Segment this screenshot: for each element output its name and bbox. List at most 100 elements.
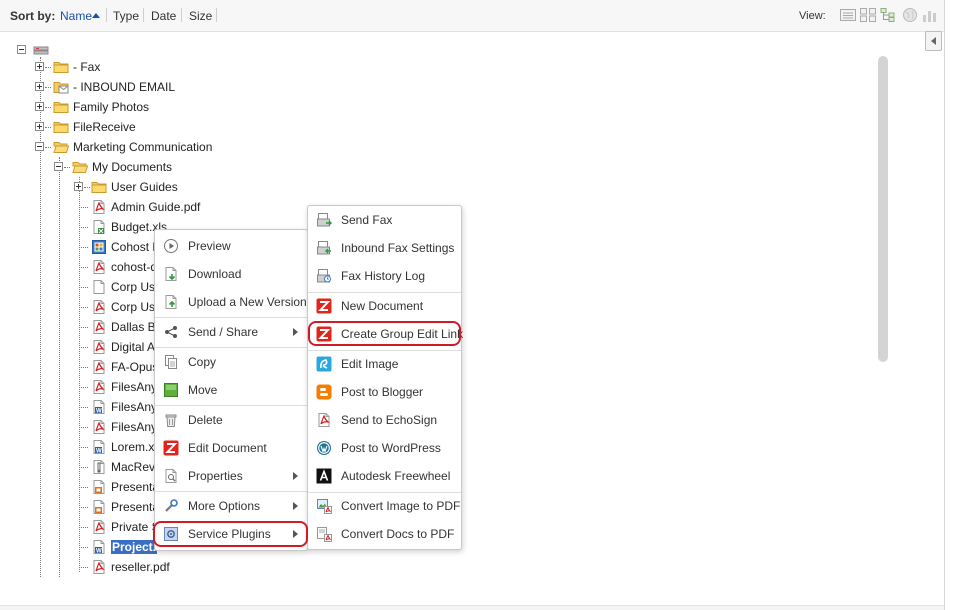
collapse-panel-button[interactable] [925, 31, 942, 51]
pdf-icon [91, 519, 107, 535]
menu-item-send-to-echosign[interactable]: Send to EchoSign [308, 406, 461, 434]
menu-item-label: Convert Docs to PDF [341, 527, 455, 541]
folder-row[interactable]: User Guides [91, 177, 178, 197]
item-label: - INBOUND EMAIL [73, 80, 176, 94]
expand-toggle[interactable] [74, 182, 83, 191]
file-row[interactable]: Private S [91, 517, 160, 537]
folder-row[interactable]: - INBOUND EMAIL [53, 77, 175, 97]
collapse-toggle[interactable] [54, 162, 63, 171]
folder-icon [53, 119, 69, 135]
menu-item-upload-a-new-version[interactable]: Upload a New Version [155, 288, 307, 316]
file-row[interactable]: Admin Guide.pdf [91, 197, 200, 217]
folder-row[interactable]: - Fax [53, 57, 100, 77]
file-row[interactable]: Corp Use [91, 277, 162, 297]
file-row[interactable]: FA-Opus- [91, 357, 162, 377]
open-folder-icon [53, 139, 69, 155]
menu-item-inbound-fax-settings[interactable]: Inbound Fax Settings [308, 234, 461, 262]
tree-guide [40, 57, 41, 577]
menu-item-label: Upload a New Version [188, 295, 307, 309]
menu-item-label: Post to WordPress [341, 441, 441, 455]
menu-item-label: Fax History Log [341, 269, 426, 283]
vertical-scrollbar[interactable] [878, 56, 888, 362]
chart-view-icon[interactable] [922, 8, 938, 22]
tree-connector [45, 147, 51, 148]
menu-item-convert-image-to-pdf[interactable]: Convert Image to PDF [308, 492, 461, 520]
menu-item-label: More Options [188, 499, 261, 513]
tree-connector [79, 287, 88, 288]
menu-item-post-to-wordpress[interactable]: Post to WordPress [308, 434, 461, 462]
pdf-icon [91, 339, 107, 355]
file-row[interactable]: Presenta [91, 497, 159, 517]
folder-row[interactable]: Marketing Communication [53, 137, 212, 157]
globe-view-icon[interactable] [902, 8, 918, 22]
preview-icon [163, 238, 179, 254]
menu-item-autodesk-freewheel[interactable]: Autodesk Freewheel [308, 462, 461, 490]
file-row[interactable]: reseller.pdf [91, 557, 170, 577]
file-row[interactable]: cohost-da [91, 257, 164, 277]
expand-toggle[interactable] [35, 82, 44, 91]
tree-root[interactable] [33, 40, 53, 60]
wrench-icon [163, 498, 179, 514]
menu-item-post-to-blogger[interactable]: Post to Blogger [308, 378, 461, 406]
menu-item-edit-document[interactable]: Edit Document [155, 434, 307, 462]
menu-item-edit-image[interactable]: Edit Image [308, 350, 461, 378]
folder-row[interactable]: Family Photos [53, 97, 149, 117]
collapse-toggle[interactable] [35, 142, 44, 151]
file-row[interactable]: Dallas Bu [91, 317, 162, 337]
panel-border [944, 0, 945, 610]
menu-item-move[interactable]: Move [155, 376, 307, 404]
tree-connector [79, 367, 88, 368]
tree-connector [45, 107, 51, 108]
folder-icon [53, 99, 69, 115]
tree-connector [79, 487, 88, 488]
file-row[interactable]: W Project. [91, 537, 158, 557]
submenu-arrow-icon [293, 530, 298, 538]
item-label: - Fax [73, 60, 101, 74]
echosign-icon [316, 412, 332, 428]
plugins-icon [163, 526, 179, 542]
tree-connector [79, 267, 88, 268]
menu-item-preview[interactable]: Preview [155, 232, 307, 260]
word-icon: W [91, 399, 107, 415]
expand-toggle[interactable] [35, 62, 44, 71]
pdf-icon [91, 259, 107, 275]
menu-item-label: Send / Share [188, 325, 259, 339]
menu-item-copy[interactable]: Copy [155, 348, 307, 376]
tree-connector [79, 447, 88, 448]
menu-item-fax-history-log[interactable]: Fax History Log [308, 262, 461, 290]
menu-item-send-share[interactable]: Send / Share [155, 318, 307, 346]
mail-folder-icon [53, 79, 69, 95]
tree-connector [45, 127, 51, 128]
menu-item-more-options[interactable]: More Options [155, 492, 307, 520]
upload-icon [163, 294, 179, 310]
tree-view-icon[interactable] [880, 8, 896, 22]
root-collapse-toggle[interactable] [17, 45, 26, 54]
file-row[interactable]: Cohost L [91, 237, 159, 257]
file-row[interactable]: Corp Use [91, 297, 162, 317]
menu-item-convert-docs-to-pdf[interactable]: Convert Docs to PDF [308, 520, 461, 548]
autodesk-icon [316, 468, 332, 484]
fax-settings-icon [316, 240, 332, 256]
menu-item-download[interactable]: Download [155, 260, 307, 288]
menu-item-service-plugins[interactable]: Service Plugins [155, 520, 307, 548]
expand-toggle[interactable] [35, 102, 44, 111]
file-row[interactable]: W Lorem.xr [91, 437, 158, 457]
tree-connector [79, 227, 88, 228]
menu-item-new-document[interactable]: New Document [308, 292, 461, 320]
menu-item-delete[interactable]: Delete [155, 406, 307, 434]
folder-row[interactable]: FileReceive [53, 117, 136, 137]
menu-item-label: Copy [188, 355, 217, 369]
expand-toggle[interactable] [35, 122, 44, 131]
menu-item-label: Send to EchoSign [341, 413, 438, 427]
menu-item-send-fax[interactable]: Send Fax [308, 206, 461, 234]
share-icon [163, 324, 179, 340]
folder-row[interactable]: My Documents [72, 157, 172, 177]
ppt-icon [91, 479, 107, 495]
file-row[interactable]: Presenta [91, 477, 159, 497]
menu-item-create-group-edit-link[interactable]: Create Group Edit Link [308, 320, 463, 348]
file-row[interactable]: Digital Ar [91, 337, 159, 357]
copy-icon [163, 354, 179, 370]
wordpress-icon [316, 440, 332, 456]
menu-item-properties[interactable]: Properties [155, 462, 307, 490]
fax-log-icon [316, 268, 332, 284]
